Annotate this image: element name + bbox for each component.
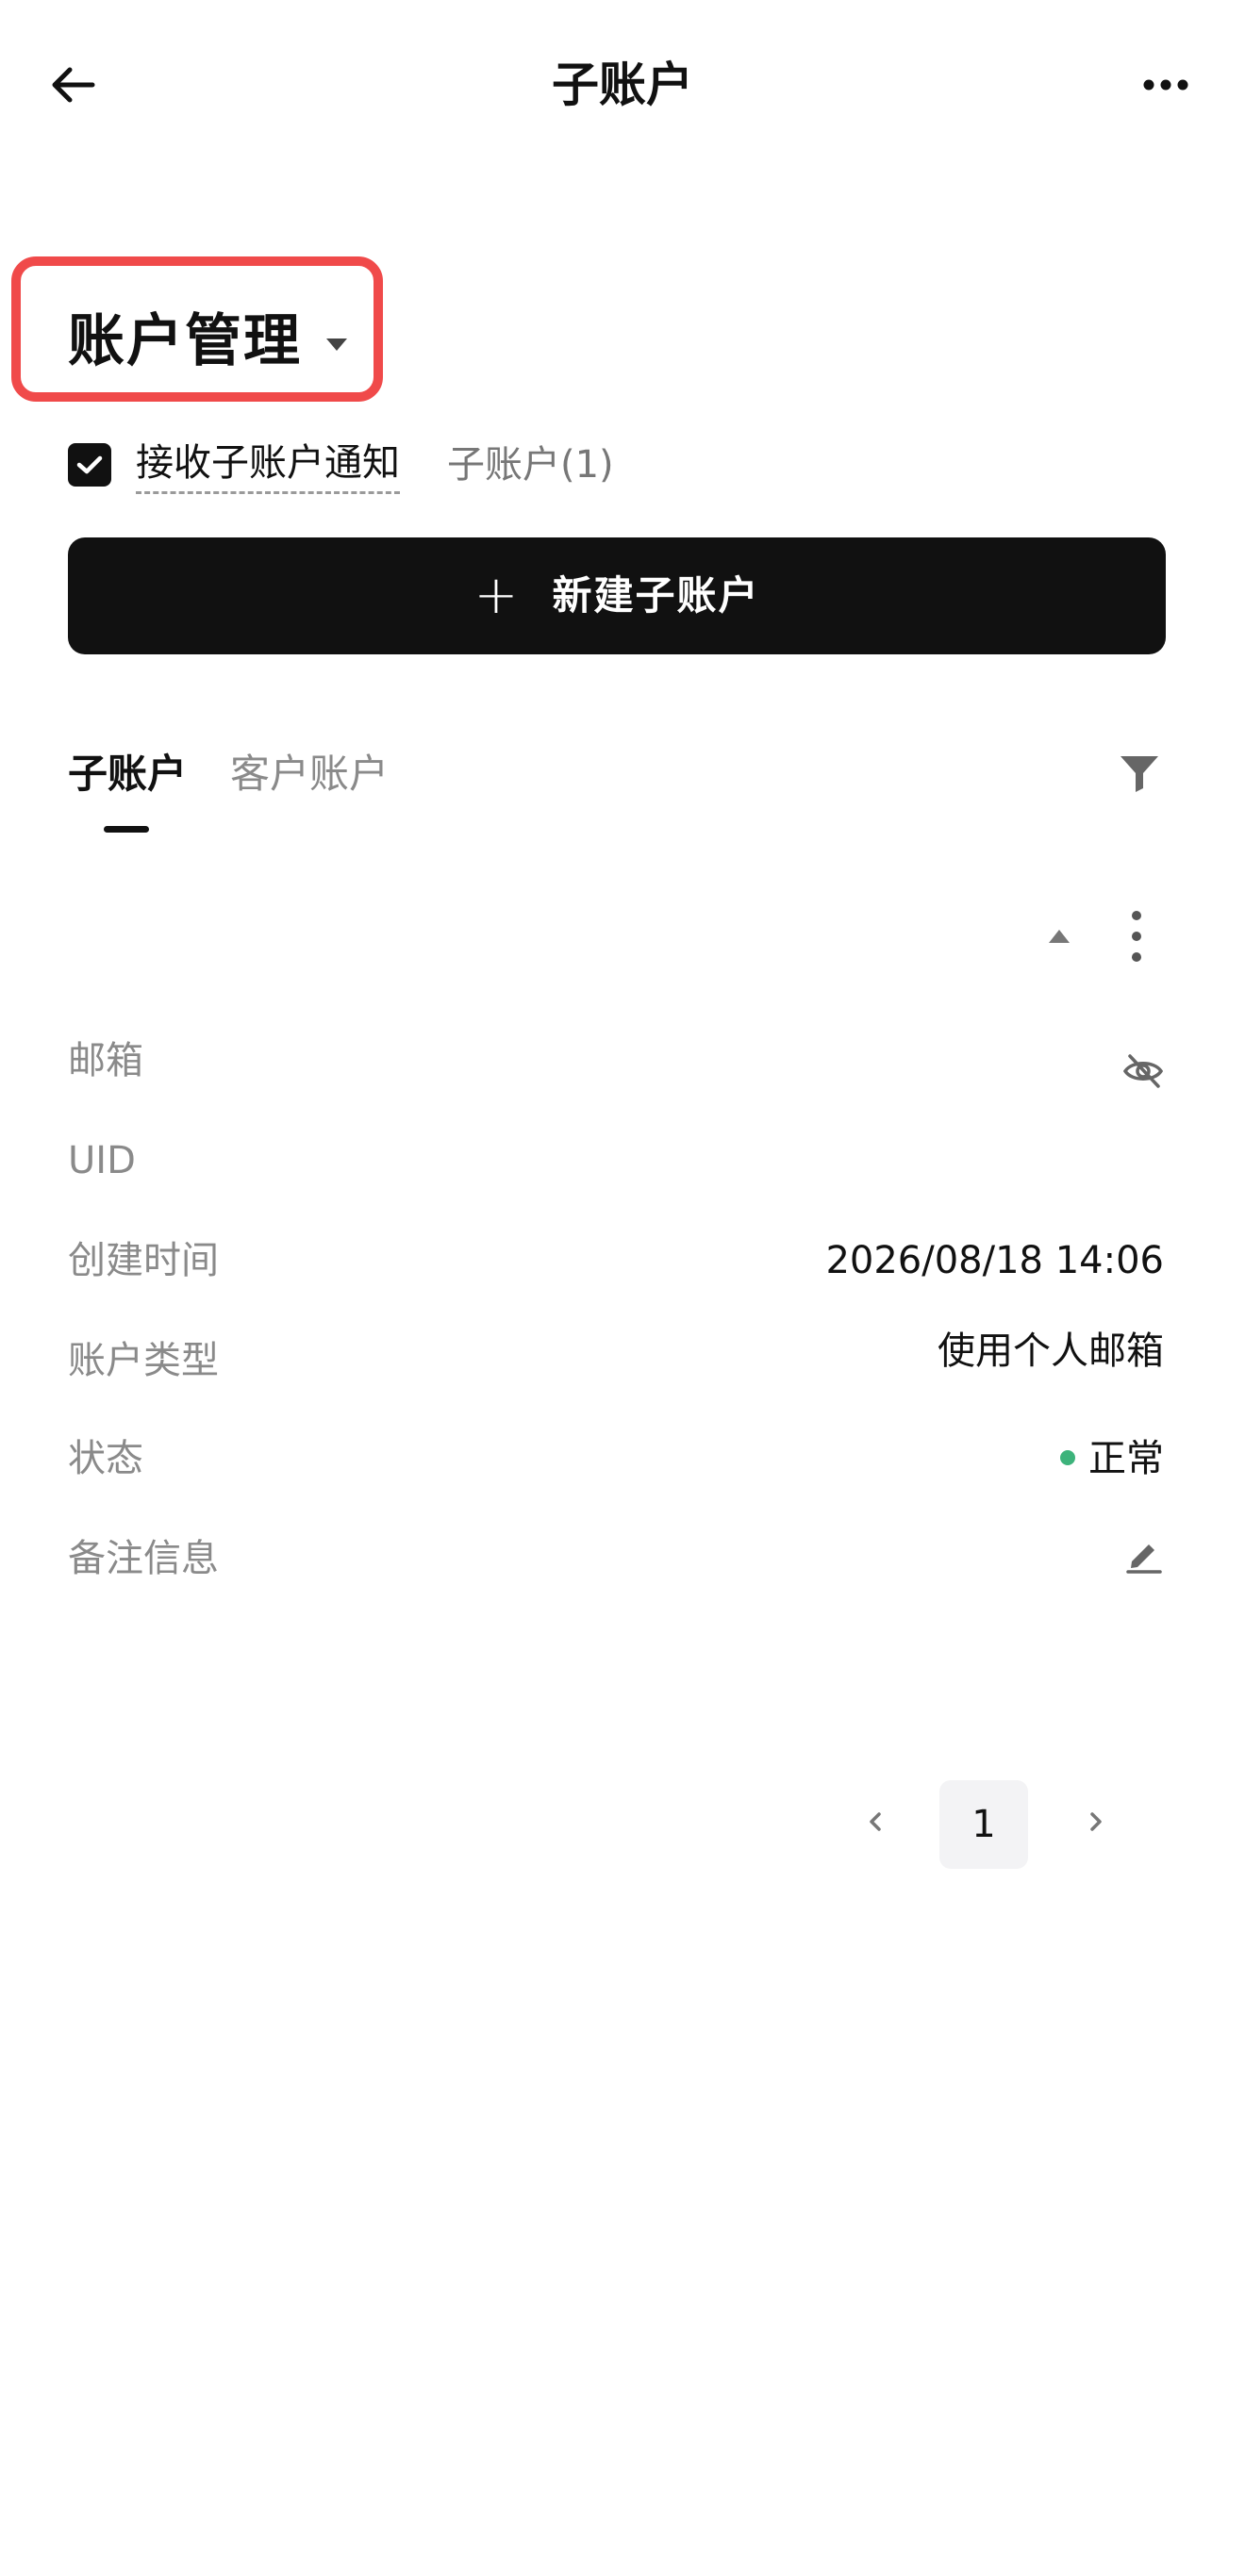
create-sub-account-label: 新建子账户 bbox=[552, 572, 760, 619]
prev-page-icon[interactable] bbox=[856, 1795, 894, 1848]
account-type-value: 使用个人邮箱 bbox=[938, 1329, 1164, 1373]
create-sub-account-button[interactable]: + 新建子账户 bbox=[68, 537, 1166, 654]
collapse-caret-icon[interactable] bbox=[1045, 924, 1073, 947]
edit-icon[interactable] bbox=[1124, 1535, 1164, 1575]
notify-label[interactable]: 接收子账户通知 bbox=[136, 437, 400, 494]
created-time-value: 2026/08/18 14:06 bbox=[825, 1239, 1164, 1282]
status-label: 状态 bbox=[68, 1437, 143, 1480]
sub-account-page: 子账户 账户管理 接收子账户通知 子账户(1) + 新建子账户 子账户 客户账户 bbox=[0, 0, 1245, 2576]
status-value: 正常 bbox=[1088, 1437, 1164, 1480]
created-time-label: 创建时间 bbox=[68, 1239, 219, 1282]
status-dot bbox=[1060, 1450, 1075, 1465]
account-management-dropdown[interactable]: 账户管理 bbox=[68, 305, 347, 377]
account-type-label: 账户类型 bbox=[68, 1339, 219, 1382]
tab-sub-account[interactable]: 子账户 bbox=[68, 745, 187, 803]
notify-checkbox[interactable] bbox=[68, 443, 111, 487]
check-icon bbox=[76, 455, 103, 474]
plus-icon: + bbox=[473, 565, 519, 626]
next-page-icon[interactable] bbox=[1077, 1795, 1115, 1848]
sub-account-count: 子账户(1) bbox=[447, 443, 614, 487]
caret-down-icon bbox=[326, 338, 347, 351]
active-tab-indicator bbox=[104, 826, 149, 833]
tab-client-account[interactable]: 客户账户 bbox=[230, 745, 389, 803]
hidden-eye-icon[interactable] bbox=[1122, 1050, 1164, 1092]
status-value-wrapper: 正常 bbox=[1060, 1431, 1164, 1486]
current-page-button[interactable]: 1 bbox=[939, 1780, 1028, 1869]
notification-row: 接收子账户通知 子账户(1) bbox=[68, 436, 614, 494]
account-management-title: 账户管理 bbox=[68, 308, 302, 374]
email-label: 邮箱 bbox=[68, 1039, 143, 1082]
uid-label: UID bbox=[68, 1139, 136, 1182]
kebab-menu-icon[interactable] bbox=[1126, 909, 1147, 964]
page-title: 子账户 bbox=[552, 58, 693, 112]
more-options-icon[interactable] bbox=[1137, 58, 1194, 111]
filter-icon[interactable] bbox=[1117, 751, 1162, 796]
note-label: 备注信息 bbox=[68, 1537, 219, 1580]
